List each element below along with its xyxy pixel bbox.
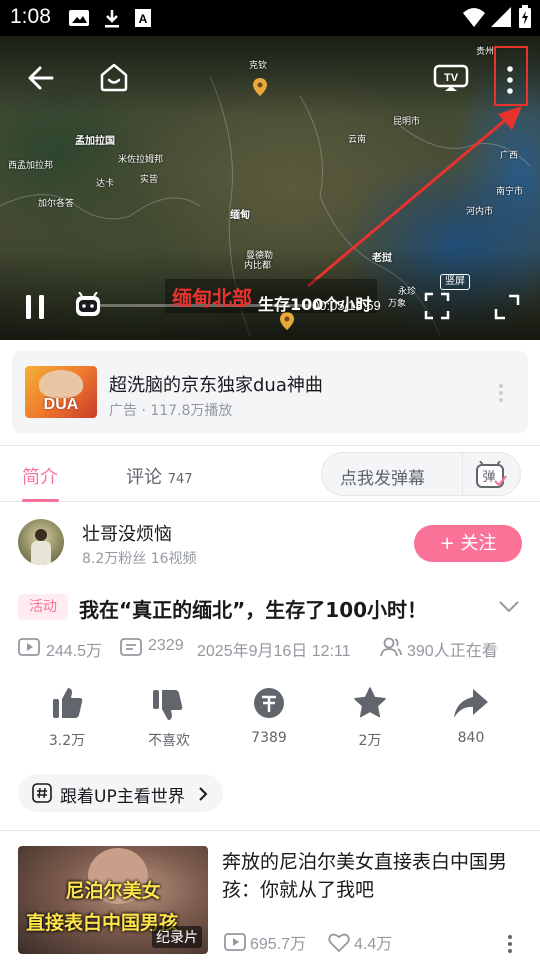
back-arrow-icon[interactable]	[26, 64, 56, 92]
danmaku-input[interactable]: 点我发弹幕 弹	[321, 452, 521, 496]
video-title: 我在“真正的缅北”，生存了100小时！	[79, 598, 428, 622]
map-label: 加尔各答	[38, 199, 75, 209]
map-label: 缅甸	[230, 210, 250, 221]
pause-icon[interactable]	[24, 294, 46, 320]
coin-count: 7389	[251, 730, 287, 746]
ad-subtitle: 广告 · 117.8万播放	[109, 403, 233, 419]
ad-card[interactable]: DUA 超洗脑的京东独家dua神曲 广告 · 117.8万播放	[12, 351, 528, 433]
tv-cast-icon[interactable]: TV	[433, 63, 469, 93]
danmaku-divider	[462, 453, 463, 495]
danmaku-toggle-icon[interactable]: 弹	[475, 461, 507, 489]
more-vertical-icon[interactable]	[506, 933, 514, 955]
annotation-arrow	[307, 106, 522, 288]
danmaku-count-icon	[120, 638, 142, 656]
map-label: 贵州	[476, 47, 495, 57]
fullscreen-focus-icon[interactable]	[424, 292, 450, 320]
map-label: 西孟加拉邦	[8, 161, 54, 171]
favorite-count: 2万	[358, 733, 382, 749]
tab-comments-count: 747	[167, 472, 193, 487]
recommend-like-count: 4.4万	[354, 936, 393, 953]
star-icon	[354, 687, 386, 718]
map-label: 孟加拉国	[75, 136, 115, 147]
avatar[interactable]	[18, 519, 64, 565]
watching-people-icon	[380, 637, 402, 657]
tab-active-indicator	[22, 499, 59, 502]
a-notification-icon: A	[135, 9, 151, 27]
svg-text:A: A	[139, 12, 148, 26]
follow-button[interactable]: + 关注	[414, 525, 522, 562]
status-bar: 1:08 A	[0, 0, 540, 36]
progress-mascot-icon[interactable]	[74, 292, 102, 318]
hashtag-icon	[32, 783, 52, 803]
more-vertical-icon[interactable]	[497, 382, 505, 404]
activity-tag[interactable]: 活动	[18, 594, 68, 620]
heart-icon	[328, 933, 350, 952]
tab-intro[interactable]: 简介	[22, 463, 58, 489]
signal-icon	[491, 7, 511, 27]
play-count-icon	[18, 638, 40, 656]
watching-count: 390人正在看	[407, 643, 498, 660]
chevron-down-icon[interactable]	[498, 600, 520, 614]
timecode: 00:05/13:59	[312, 298, 381, 313]
wifi-icon	[463, 8, 485, 27]
battery-icon	[519, 5, 531, 28]
share-count: 840	[457, 730, 485, 746]
danmaku-icon-text: 弹	[482, 470, 495, 485]
portrait-badge[interactable]: 竖屏	[440, 274, 470, 290]
map-label: 达卡	[96, 179, 115, 189]
recommend-play-count: 695.7万	[250, 936, 307, 953]
thumbs-down-icon	[153, 690, 183, 720]
coin-icon	[254, 688, 284, 718]
tab-comments-label: 评论	[126, 467, 162, 488]
chevron-right-icon	[199, 787, 208, 801]
tab-comments[interactable]: 评论 747	[126, 463, 193, 489]
like-count: 3.2万	[48, 733, 86, 749]
recommend-thumb-line1: 尼泊尔美女	[65, 880, 161, 902]
section-divider	[0, 830, 540, 831]
home-icon[interactable]	[98, 61, 130, 93]
topic-tag-chip[interactable]: 跟着UP主看世界	[18, 774, 223, 812]
download-icon	[105, 10, 119, 28]
image-icon	[69, 10, 89, 26]
map-label: 内比都	[244, 261, 272, 271]
subtitle-red-text: 缅甸北部	[172, 286, 252, 310]
ad-thumb-text: DUA	[43, 396, 79, 413]
category-badge: 纪录片	[152, 926, 202, 948]
video-player[interactable]: 克钦 昆明市 孟加拉国 西孟加拉邦 达卡 加尔各答 米佐拉姆邦 云南 缅甸 河内…	[0, 36, 540, 340]
recommend-thumbnail[interactable]: 尼泊尔美女 直接表白中国男孩 纪录片	[18, 846, 208, 954]
map-label: 实皆	[140, 175, 159, 185]
status-time: 1:08	[10, 5, 51, 28]
danmaku-count: 2329	[148, 637, 184, 654]
dislike-label: 不喜欢	[148, 733, 190, 749]
ad-thumbnail: DUA	[25, 366, 97, 418]
uploader-name[interactable]: 壮哥没烦恼	[82, 520, 172, 546]
map-label: 万象	[388, 299, 407, 309]
uploader-stats: 8.2万粉丝 16视频	[82, 551, 197, 567]
danmaku-placeholder: 点我发弹幕	[340, 469, 425, 489]
topic-tag-label: 跟着UP主看世界	[60, 787, 185, 807]
map-label: 米佐拉姆邦	[118, 155, 164, 165]
tab-bar: 简介 评论 747 点我发弹幕 弹	[0, 445, 540, 502]
ad-title: 超洗脑的京东独家dua神曲	[109, 375, 323, 396]
publish-date: 2025年9月16日 12:11	[197, 643, 351, 660]
share-arrow-icon	[454, 689, 488, 718]
map-pin-icon	[253, 78, 267, 96]
play-count: 244.5万	[46, 643, 103, 660]
svg-text:TV: TV	[444, 72, 459, 84]
thumbs-up-icon	[53, 688, 83, 718]
fullscreen-icon[interactable]	[494, 294, 520, 320]
recommend-title[interactable]: 奔放的尼泊尔美女直接表白中国男孩：你就从了我吧	[222, 848, 522, 904]
map-label: 克钦	[249, 61, 268, 71]
play-count-icon	[224, 933, 246, 951]
